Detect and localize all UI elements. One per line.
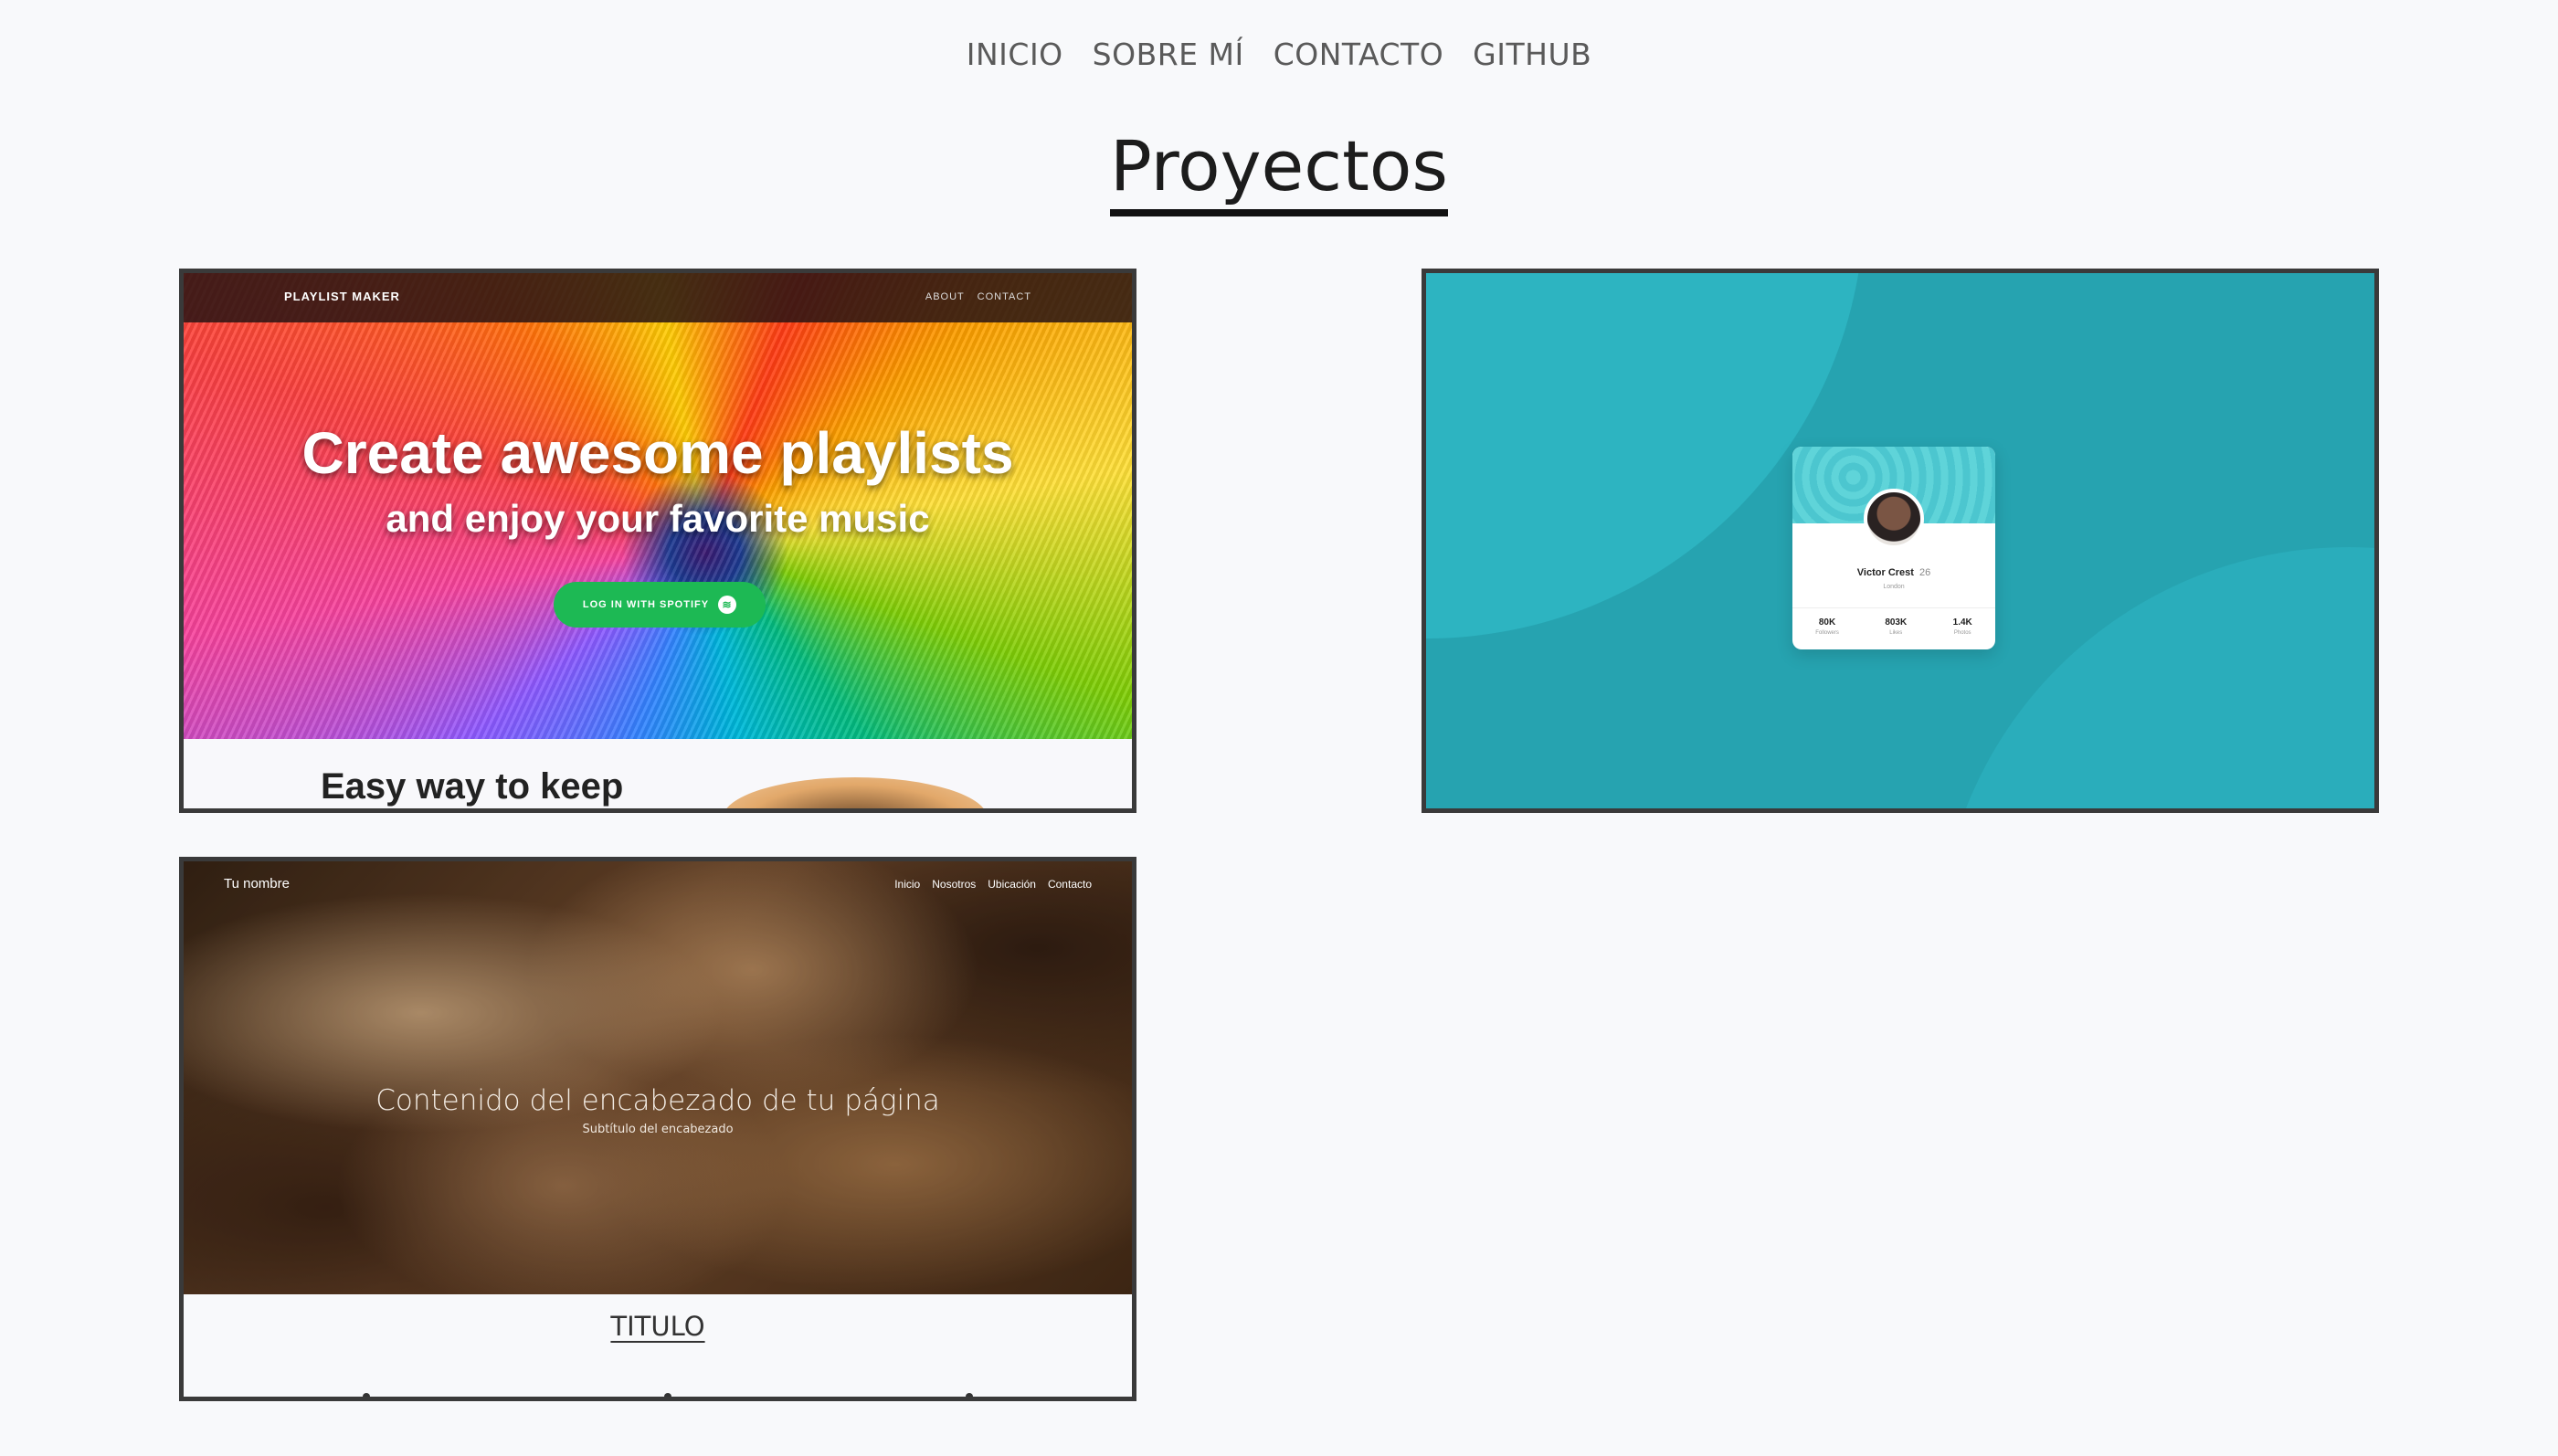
thumbnail-topbar: PLAYLIST MAKER ABOUT CONTACT <box>184 273 1132 322</box>
nav-link-github[interactable]: GITHUB <box>1473 37 1591 72</box>
thumbnail-dot <box>966 1393 973 1397</box>
stat-label: Likes <box>1889 630 1903 636</box>
profile-name: Victor Crest <box>1856 567 1914 578</box>
profile-stats: 80K Followers 803K Likes 1.4K Photos <box>1792 607 1995 636</box>
stat-value: 803K <box>1885 617 1908 628</box>
bg-circle-bottom <box>1938 547 2374 808</box>
thumbnail-dot <box>664 1393 671 1397</box>
thumbnail-headline: Create awesome playlists <box>301 420 1014 486</box>
project-card-landing[interactable]: Tu nombre Inicio Nosotros Ubicación Cont… <box>179 857 1136 1401</box>
thumbnail-spotify-label: LOG IN WITH SPOTIFY <box>582 599 710 610</box>
thumbnail-dot <box>363 1393 370 1397</box>
thumbnail-links: ABOUT CONTACT <box>916 291 1031 302</box>
main-nav: INICIO SOBRE MÍ CONTACTO GITHUB <box>0 37 2558 72</box>
profile-name-row: Victor Crest 26 <box>1792 567 1995 578</box>
thumbnail-link-contacto: Contacto <box>1047 878 1092 891</box>
title-wrap: Proyectos <box>0 126 2558 217</box>
thumbnail-brand: PLAYLIST MAKER <box>284 290 400 303</box>
thumbnail-link-about: ABOUT <box>925 291 965 302</box>
spotify-icon: ≋ <box>718 596 737 614</box>
nav-link-inicio[interactable]: INICIO <box>967 37 1063 72</box>
thumbnail-link-ubicacion: Ubicación <box>988 878 1036 891</box>
avatar <box>1864 489 1924 549</box>
stat-label: Followers <box>1815 630 1839 636</box>
stat-value: 1.4K <box>1952 617 1972 628</box>
project-card-profile[interactable]: Victor Crest 26 London 80K Followers 803K… <box>1422 269 2379 813</box>
thumbnail-links: Inicio Nosotros Ubicación Contacto <box>894 878 1092 891</box>
stat-value: 80K <box>1818 617 1836 628</box>
profile-age: 26 <box>1918 567 1931 578</box>
thumbnail-link-inicio: Inicio <box>894 878 921 891</box>
page-title: Proyectos <box>1110 126 1448 217</box>
project-thumbnail-image <box>184 861 1132 1294</box>
profile-location: London <box>1883 584 1905 590</box>
nav-link-sobre-mi[interactable]: SOBRE MÍ <box>1093 37 1244 72</box>
thumbnail-brand: Tu nombre <box>224 876 290 892</box>
thumbnail-link-contact: CONTACT <box>977 291 1031 302</box>
thumbnail-subheadline: and enjoy your favorite music <box>386 497 930 540</box>
thumbnail-link-nosotros: Nosotros <box>932 878 977 891</box>
project-card-playlist-maker[interactable]: PLAYLIST MAKER ABOUT CONTACT Create awes… <box>179 269 1136 813</box>
stat-label: Photos <box>1953 630 1971 636</box>
thumbnail-section-title: TITULO <box>610 1311 705 1342</box>
thumbnail-section-heading: Easy way to keep <box>321 766 624 807</box>
stat-photos: 1.4K Photos <box>1953 617 1972 636</box>
thumbnail-header: Contenido del encabezado de tu página <box>375 1084 940 1117</box>
nav-link-contacto[interactable]: CONTACTO <box>1274 37 1443 72</box>
stat-likes: 803K Likes <box>1885 617 1907 636</box>
thumbnail-subheader: Subtítulo del encabezado <box>582 1123 734 1136</box>
stat-followers: 80K Followers <box>1815 617 1839 636</box>
profile-card: Victor Crest 26 London 80K Followers 803K… <box>1792 447 1995 649</box>
thumbnail-spotify-button: LOG IN WITH SPOTIFY ≋ <box>554 582 766 628</box>
